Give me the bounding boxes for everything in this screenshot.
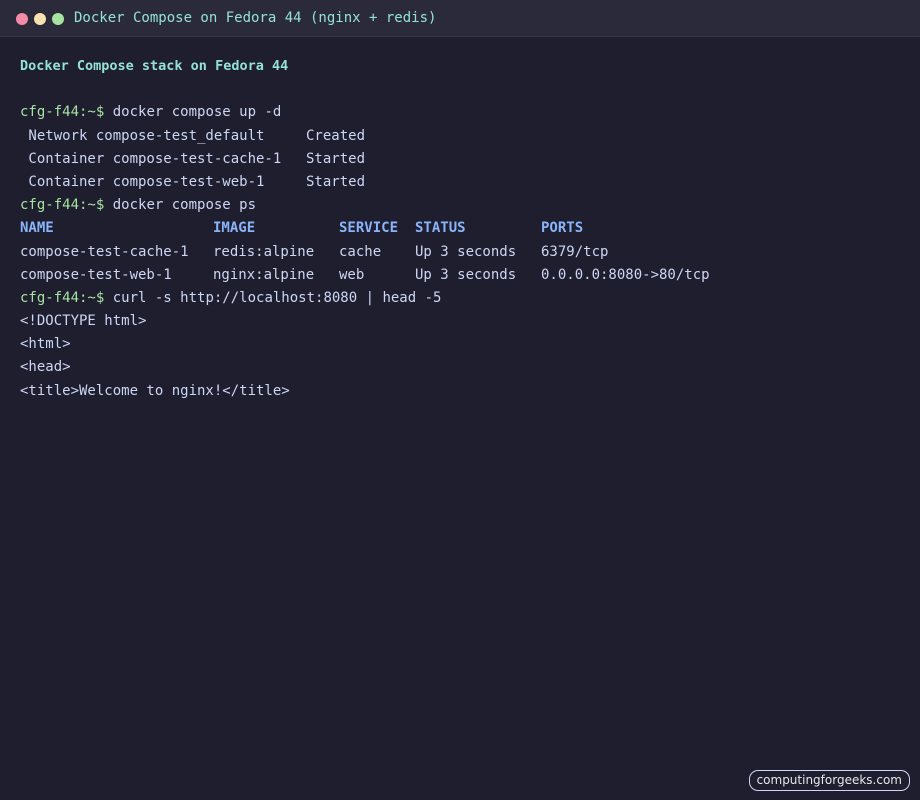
resource-name: Network compose-test_default: [20, 127, 265, 144]
output-line: Network compose-test_default Created: [20, 125, 900, 148]
cell-ports: 0.0.0.0:8080->80/tcp: [541, 266, 710, 283]
resource-name: Container compose-test-cache-1: [20, 150, 282, 167]
table-row: compose-test-cache-1 redis:alpine cache Up …: [20, 241, 900, 264]
cell-status: Up 3 seconds: [415, 266, 517, 283]
resource-name: Container compose-test-web-1: [20, 173, 265, 190]
cell-image: nginx:alpine: [213, 266, 315, 283]
cell-image: redis:alpine: [213, 243, 315, 260]
command-line: cfg-f44:~$ docker compose ps: [20, 194, 900, 217]
column-header-image: IMAGE: [213, 220, 256, 237]
column-header-service: SERVICE: [339, 220, 399, 237]
minimize-window-button[interactable]: [34, 13, 46, 25]
cell-ports: 6379/tcp: [541, 243, 609, 260]
close-window-button[interactable]: [16, 13, 28, 25]
cell-status: Up 3 seconds: [415, 243, 517, 260]
table-row: compose-test-web-1 nginx:alpine web Up 3 se…: [20, 264, 900, 287]
cell-service: web: [339, 266, 365, 283]
terminal-window: Docker Compose on Fedora 44 (nginx + red…: [0, 0, 920, 800]
output-line: Container compose-test-cache-1 Started: [20, 148, 900, 171]
maximize-window-button[interactable]: [52, 13, 64, 25]
output-line: Container compose-test-web-1 Started: [20, 171, 900, 194]
command-text: curl -s http://localhost:8080 | head -5: [112, 289, 442, 306]
resource-state: Started: [306, 173, 366, 190]
window-title: Docker Compose on Fedora 44 (nginx + red…: [74, 10, 437, 26]
shell-prompt: cfg-f44:~$: [20, 104, 105, 121]
shell-prompt: cfg-f44:~$: [20, 197, 105, 214]
shell-prompt: cfg-f44:~$: [20, 289, 105, 306]
terminal-output[interactable]: Docker Compose stack on Fedora 44 cfg-f4…: [20, 55, 900, 403]
cell-name: compose-test-cache-1: [20, 243, 189, 260]
table-header-row: NAME IMAGE SERVICE STATUS PORTS: [20, 217, 900, 240]
resource-state: Started: [306, 150, 366, 167]
command-text: docker compose up -d: [112, 104, 282, 121]
title-bar: Docker Compose on Fedora 44 (nginx + red…: [0, 0, 920, 37]
command-line: cfg-f44:~$ curl -s http://localhost:8080…: [20, 287, 900, 310]
html-output-line: <title>Welcome to nginx!</title>: [20, 382, 290, 399]
command-text: docker compose ps: [112, 197, 257, 214]
column-header-name: NAME: [20, 220, 54, 237]
terminal-heading: Docker Compose stack on Fedora 44: [20, 58, 289, 74]
column-header-ports: PORTS: [541, 220, 584, 237]
cell-name: compose-test-web-1: [20, 266, 172, 283]
resource-state: Created: [306, 127, 366, 144]
html-output-line: <head>: [20, 359, 71, 376]
column-header-status: STATUS: [415, 220, 466, 237]
watermark: computingforgeeks.com: [748, 770, 910, 791]
html-output-line: <!DOCTYPE html>: [20, 313, 147, 330]
command-line: cfg-f44:~$ docker compose up -d: [20, 101, 900, 124]
html-output-line: <html>: [20, 336, 71, 353]
cell-service: cache: [339, 243, 382, 260]
